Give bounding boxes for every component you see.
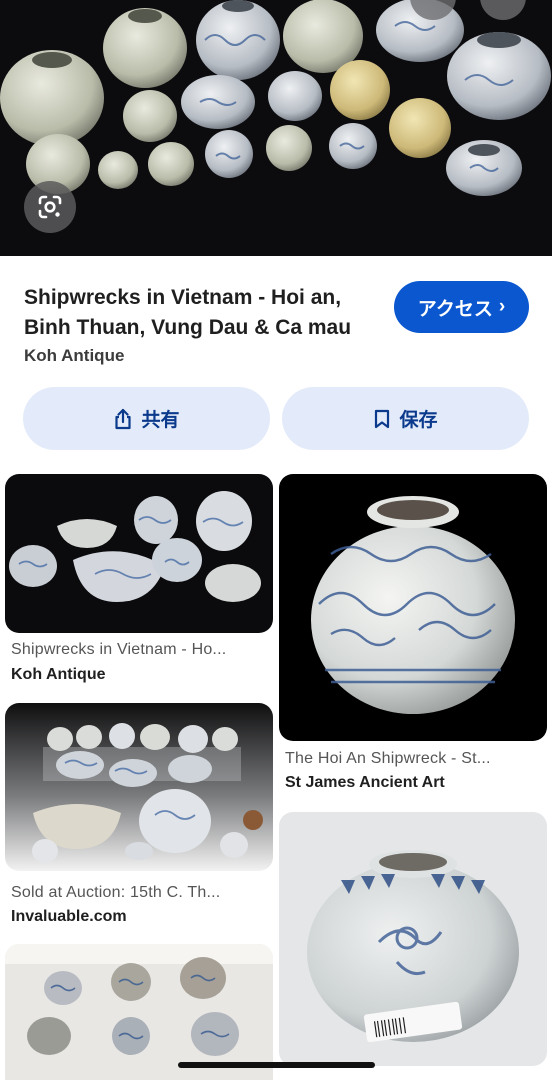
save-button[interactable]: 保存 (282, 387, 529, 450)
hero-ceramics-photo (0, 0, 552, 256)
visit-button[interactable]: アクセス › (394, 281, 529, 333)
save-button-label: 保存 (399, 410, 438, 431)
related-result-title: Shipwrecks in Vietnam - Ho... (11, 641, 227, 658)
bookmark-icon (375, 409, 390, 428)
image-result-page: Shipwrecks in Vietnam - Hoi an, Binh Thu… (0, 0, 552, 1080)
related-result-title: The Hoi An Shipwreck - St... (285, 750, 491, 767)
hero-image[interactable] (0, 0, 552, 256)
result-title[interactable]: Shipwrecks in Vietnam - Hoi an, Binh Thu… (24, 283, 384, 343)
related-result-source: Koh Antique (11, 666, 106, 683)
result-source[interactable]: Koh Antique (24, 346, 124, 366)
related-result-card[interactable]: The Hoi An Shipwreck - St... St James An… (279, 474, 547, 799)
related-result-thumbnail[interactable] (5, 474, 273, 633)
related-result-thumbnail[interactable] (279, 474, 547, 741)
related-result-thumbnail[interactable] (5, 703, 273, 871)
home-indicator (178, 1062, 375, 1068)
related-result-thumbnail[interactable] (279, 812, 547, 1066)
related-result-thumbnail[interactable] (5, 944, 273, 1080)
related-result-card[interactable] (279, 812, 547, 1080)
visit-button-label: アクセス (417, 298, 493, 320)
google-lens-icon (38, 195, 62, 219)
share-icon (115, 408, 132, 429)
related-result-title: Sold at Auction: 15th C. Th... (11, 884, 221, 901)
share-button-label: 共有 (141, 410, 180, 431)
related-result-card[interactable] (5, 944, 273, 1080)
related-result-card[interactable]: Shipwrecks in Vietnam - Ho... Koh Antiqu… (5, 474, 273, 689)
related-result-source: Invaluable.com (11, 908, 127, 925)
google-lens-button[interactable] (24, 181, 76, 233)
chevron-right-icon: › (498, 296, 506, 317)
related-result-card[interactable]: Sold at Auction: 15th C. Th... Invaluabl… (5, 703, 273, 927)
share-button[interactable]: 共有 (23, 387, 270, 450)
related-result-source: St James Ancient Art (285, 774, 445, 791)
